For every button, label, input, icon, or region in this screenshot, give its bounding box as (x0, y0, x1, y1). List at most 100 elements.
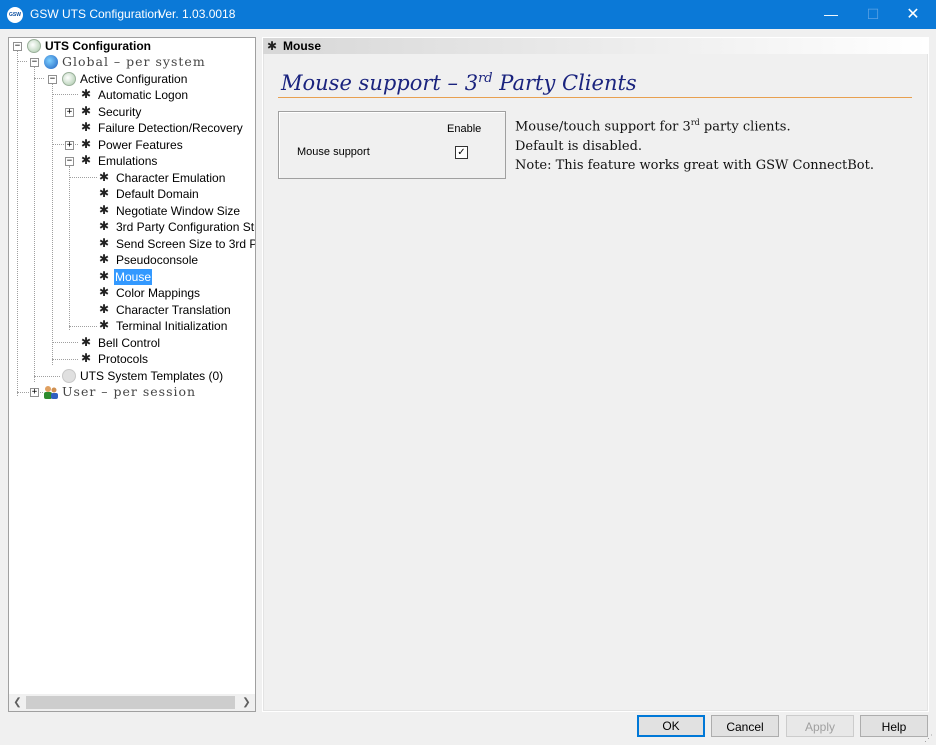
gear-icon: ✱ (98, 203, 110, 217)
description-line: Default is disabled. (515, 138, 643, 154)
expand-icon[interactable]: + (65, 141, 74, 150)
settings-panel: ✱ Mouse Mouse support – 3rd Party Client… (262, 37, 929, 712)
gear-icon: ✱ (98, 170, 110, 184)
gear-icon: ✱ (98, 285, 110, 299)
gear-icon: ✱ (98, 302, 110, 316)
tree-node-color-mappings[interactable]: ✱ Color Mappings (9, 285, 249, 301)
gear-icon: ✱ (80, 104, 92, 118)
page-title-text: Mouse support – 3 (281, 71, 479, 95)
gear-icon: ✱ (80, 120, 92, 134)
tree-node-label: Terminal Initialization (116, 319, 228, 333)
apply-button: Apply (786, 715, 854, 737)
tree-node-security[interactable]: + ✱ Security (9, 104, 249, 120)
tree-node-failure-detection[interactable]: ✱ Failure Detection/Recovery (9, 120, 249, 136)
cancel-button[interactable]: Cancel (711, 715, 779, 737)
gear-icon: ✱ (98, 269, 110, 283)
tree-node-active-configuration[interactable]: − Active Configuration (9, 71, 249, 87)
collapse-icon[interactable]: − (65, 157, 74, 166)
collapse-icon[interactable]: − (30, 58, 39, 67)
resize-grip-icon[interactable]: ⋰ (924, 733, 934, 743)
heading-divider (278, 97, 912, 98)
page-title-superscript: rd (478, 71, 493, 86)
collapse-icon[interactable]: − (48, 75, 57, 84)
tree-node-label: Negotiate Window Size (116, 204, 241, 218)
tree-node-label-selected: Mouse (114, 269, 153, 285)
scroll-right-icon[interactable]: ❯ (238, 694, 255, 711)
tree-node-send-screen-size[interactable]: ✱ Send Screen Size to 3rd Party (9, 236, 255, 252)
tree-node-user[interactable]: + User – per session (9, 384, 249, 400)
tree-node-label: User – per session (62, 384, 197, 399)
gear-icon: ✱ (98, 236, 110, 250)
gear-icon: ✱ (98, 186, 110, 200)
tree-node-label: Automatic Logon (98, 88, 189, 102)
tree-node-label: UTS System Templates (0) (80, 369, 224, 383)
gear-icon: ✱ (80, 153, 92, 167)
mouse-support-label: Mouse support (297, 146, 370, 158)
panel-header-title: Mouse (283, 39, 322, 53)
tree-node-label: UTS Configuration (45, 39, 151, 53)
tree-node-label: Failure Detection/Recovery (98, 121, 243, 135)
tree-node-pseudoconsole[interactable]: ✱ Pseudoconsole (9, 252, 249, 268)
page-title-suffix: Party Clients (492, 71, 637, 95)
tree-node-protocols[interactable]: ✱ Protocols (9, 351, 249, 367)
description-text: Mouse/touch support for 3rd party client… (515, 113, 874, 176)
tree-node-label: Global – per system (62, 54, 206, 69)
tree-node-bell-control[interactable]: ✱ Bell Control (9, 335, 249, 351)
tree-node-character-translation[interactable]: ✱ Character Translation (9, 302, 249, 318)
description-text-part: Mouse/touch support for 3 (515, 119, 691, 135)
tree-node-3rd-party-configuration[interactable]: ✱ 3rd Party Configuration Strin (9, 219, 255, 235)
description-line: Mouse/touch support for 3rd party client… (515, 113, 874, 137)
tree-node-uts-configuration[interactable]: − UTS Configuration (9, 38, 249, 54)
tree-node-label: Default Domain (116, 187, 199, 201)
tree-node-default-domain[interactable]: ✱ Default Domain (9, 186, 249, 202)
tree-node-label: Emulations (98, 154, 158, 168)
description-text-part: party clients. (699, 119, 791, 135)
close-button[interactable]: ✕ (890, 0, 936, 29)
enable-column-header: Enable (447, 123, 482, 135)
tree-node-label: Pseudoconsole (116, 253, 199, 267)
tree-node-label: Color Mappings (116, 286, 201, 300)
tree-node-automatic-logon[interactable]: ✱ Automatic Logon (9, 87, 249, 103)
tree-node-character-emulation[interactable]: ✱ Character Emulation (9, 170, 249, 186)
title-bar: GSW GSW UTS Configuration Ver. 1.03.0018… (0, 0, 936, 29)
tree-node-label: Power Features (98, 138, 183, 152)
minimize-button[interactable]: — (808, 0, 854, 29)
tree-node-label: Bell Control (98, 336, 161, 350)
tree-node-mouse[interactable]: ✱ Mouse (9, 269, 249, 285)
users-icon (44, 386, 58, 399)
globe-icon (44, 55, 58, 69)
window-title: GSW UTS Configuration (30, 7, 161, 21)
version-label: Ver. 1.03.0018 (158, 7, 236, 21)
template-icon (62, 369, 76, 383)
tree-horizontal-scrollbar[interactable]: ❮ ❯ (9, 694, 255, 711)
expand-icon[interactable]: + (30, 388, 39, 397)
tree-node-emulations[interactable]: − ✱ Emulations (9, 153, 249, 169)
description-superscript: rd (690, 118, 700, 127)
gear-icon: ✱ (80, 351, 92, 365)
panel-header: ✱ Mouse (263, 38, 928, 54)
help-button[interactable]: Help (860, 715, 928, 737)
gear-icon: ✱ (98, 252, 110, 266)
gear-icon: ✱ (80, 137, 92, 151)
gear-icon: ✱ (80, 335, 92, 349)
app-logo-icon: GSW (7, 7, 23, 23)
config-tree[interactable]: − UTS Configuration − Global – per syste… (8, 37, 256, 712)
tree-node-label: Active Configuration (80, 72, 188, 86)
gear-icon: ✱ (266, 39, 278, 53)
tree-node-terminal-initialization[interactable]: ✱ Terminal Initialization (9, 318, 249, 334)
tree-node-label: Send Screen Size to 3rd Party (116, 237, 255, 251)
expand-icon[interactable]: + (65, 108, 74, 117)
tree-node-label: Protocols (98, 352, 149, 366)
tree-node-negotiate-window-size[interactable]: ✱ Negotiate Window Size (9, 203, 249, 219)
scrollbar-thumb[interactable] (26, 696, 235, 709)
collapse-icon[interactable]: − (13, 42, 22, 51)
tree-node-global[interactable]: − Global – per system (9, 54, 249, 70)
tree-node-power-features[interactable]: + ✱ Power Features (9, 137, 249, 153)
ok-button[interactable]: OK (637, 715, 705, 737)
scroll-left-icon[interactable]: ❮ (9, 694, 26, 711)
mouse-support-checkbox[interactable]: ✓ (455, 146, 468, 159)
tree-node-system-templates[interactable]: UTS System Templates (0) (9, 368, 249, 384)
page-title: Mouse support – 3rd Party Clients (281, 71, 637, 95)
configuration-icon (27, 39, 41, 53)
tree-node-label: Character Emulation (116, 171, 226, 185)
